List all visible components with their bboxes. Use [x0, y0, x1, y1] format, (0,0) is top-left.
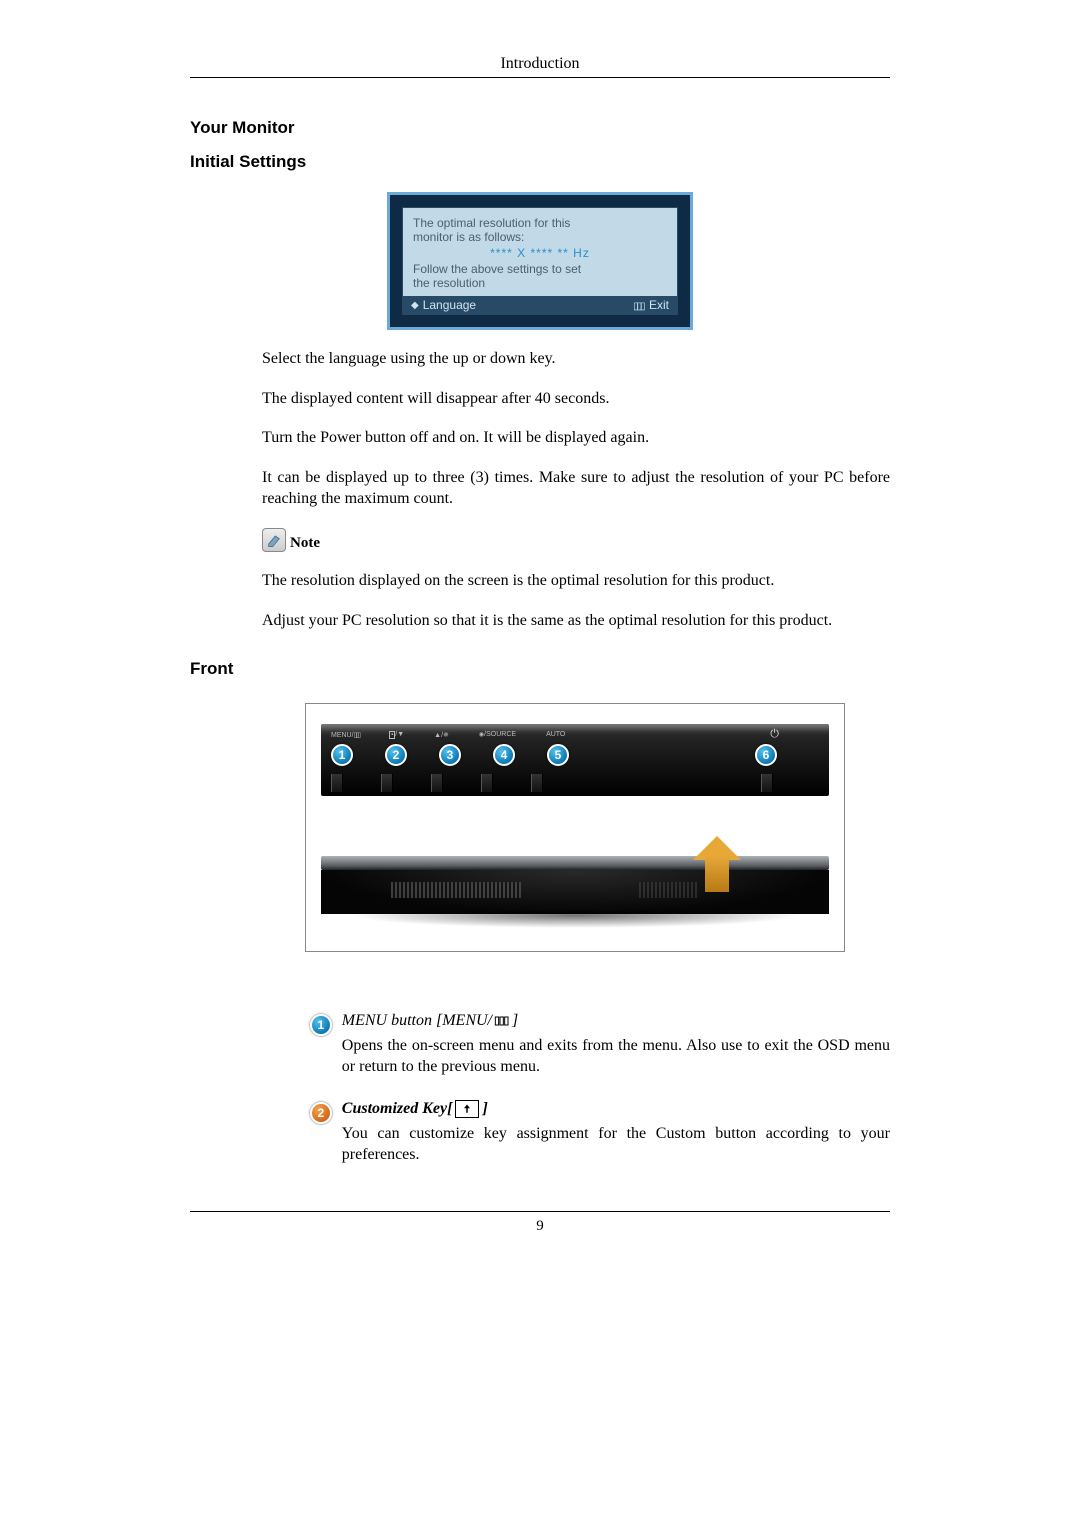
osd-exit-label: Exit — [649, 298, 669, 312]
heading-your-monitor: Your Monitor — [190, 118, 890, 138]
osd-resolution: **** X **** ** Hz — [413, 246, 667, 260]
osd-language-label: Language — [423, 298, 476, 312]
footer-rule — [190, 1211, 890, 1212]
desc-bullet-2: 2 — [310, 1102, 332, 1124]
osd-line4: the resolution — [413, 276, 485, 290]
button-stud — [761, 774, 773, 792]
desc-bullet-1: 1 — [310, 1014, 332, 1036]
custom-key-icon — [455, 1100, 479, 1118]
btn-label-source: ◉/SOURCE — [479, 731, 516, 738]
btn-label-menu: MENU/▯▯▯ — [331, 731, 359, 739]
note-icon — [262, 528, 286, 552]
callout-4: 4 — [493, 744, 515, 766]
para-select-language: Select the language using the up or down… — [262, 348, 890, 370]
heading-initial-settings: Initial Settings — [190, 152, 890, 172]
front-panel-figure: MENU/▯▯▯ ▪/▼ ▲/✵ ◉/SOURCE AUTO ⏻ 1 2 3 4 — [305, 703, 845, 952]
osd-line2: monitor is as follows: — [413, 230, 524, 244]
up-arrow-icon — [693, 836, 741, 892]
btn-label-up: ▲/✵ — [434, 731, 449, 739]
page-header: Introduction — [190, 55, 890, 77]
osd-line1: The optimal resolution for this — [413, 216, 570, 230]
note-label: Note — [290, 535, 320, 552]
callout-3: 3 — [439, 744, 461, 766]
desc-title-menu-button: MENU button [MENU/] — [342, 1012, 890, 1030]
para-adjust: Adjust your PC resolution so that it is … — [262, 610, 890, 632]
para-disappear: The displayed content will disappear aft… — [262, 388, 890, 410]
button-stud — [481, 774, 493, 792]
desc-title-customized-key: Customized Key[] — [342, 1100, 890, 1118]
button-stud — [531, 774, 543, 792]
button-stud — [431, 774, 443, 792]
callout-5: 5 — [547, 744, 569, 766]
btn-label-down: ▪/▼ — [389, 731, 404, 738]
monitor-base — [321, 836, 829, 936]
button-stud — [381, 774, 393, 792]
exit-icon: ▯▯▯ — [633, 301, 644, 312]
page-number: 9 — [190, 1218, 890, 1235]
heading-front: Front — [190, 659, 890, 679]
updown-icon: ◆ — [411, 300, 419, 311]
callout-1: 1 — [331, 744, 353, 766]
header-rule — [190, 77, 890, 78]
para-optimal: The resolution displayed on the screen i… — [262, 570, 890, 592]
callout-6: 6 — [755, 744, 777, 766]
callout-2: 2 — [385, 744, 407, 766]
osd-line3: Follow the above settings to set — [413, 262, 581, 276]
menu-glyph-icon — [494, 1015, 510, 1027]
desc-body-customized-key: You can customize key assignment for the… — [342, 1124, 890, 1166]
btn-label-auto: AUTO — [546, 731, 565, 738]
osd-dialog: The optimal resolution for this monitor … — [387, 192, 693, 330]
desc-body-menu-button: Opens the on-screen menu and exits from … — [342, 1036, 890, 1078]
power-icon: ⏻ — [770, 728, 779, 741]
para-power-toggle: Turn the Power button off and on. It wil… — [262, 427, 890, 449]
para-three-times: It can be displayed up to three (3) time… — [262, 467, 890, 510]
monitor-bezel: MENU/▯▯▯ ▪/▼ ▲/✵ ◉/SOURCE AUTO ⏻ 1 2 3 4 — [321, 724, 829, 796]
button-stud — [331, 774, 343, 792]
